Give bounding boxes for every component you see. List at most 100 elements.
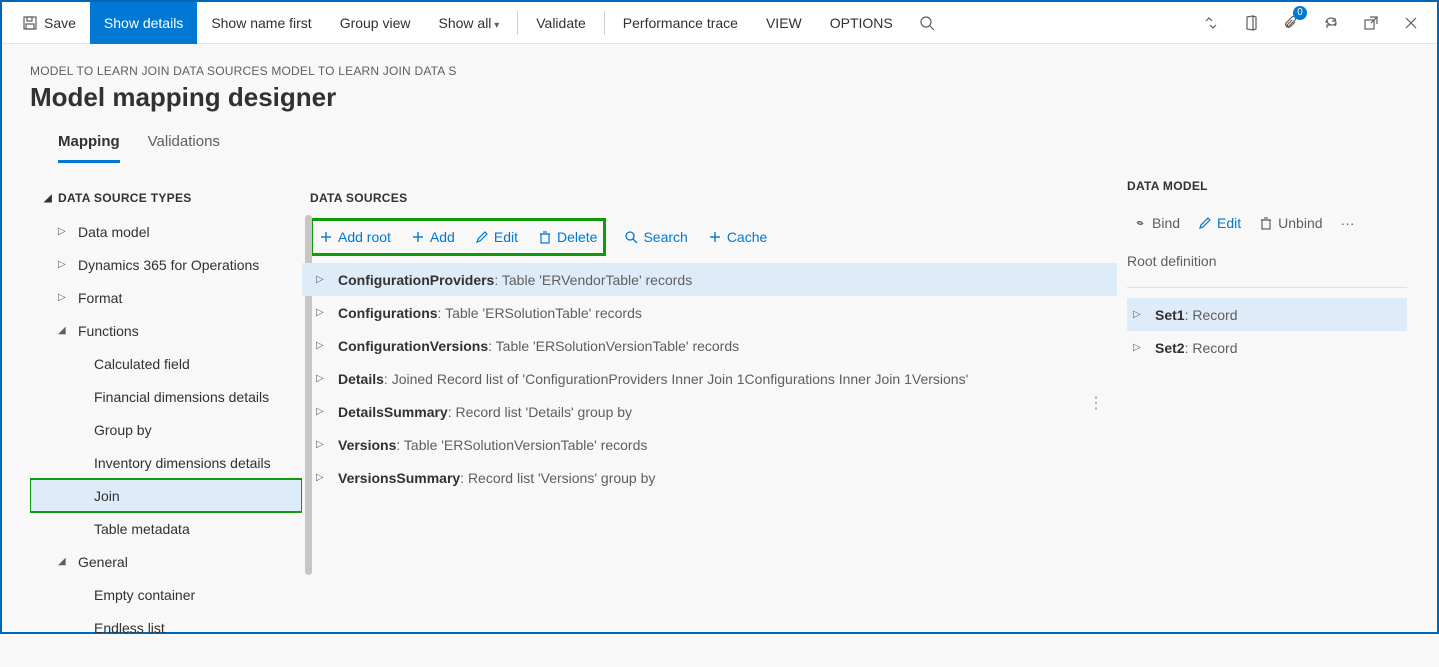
tree-item-join[interactable]: Join (30, 479, 302, 512)
tree-item-financial-dimensions-details[interactable]: Financial dimensions details (30, 380, 302, 413)
action-label: Cache (727, 229, 767, 245)
tree-item-inventory-dimensions-details[interactable]: Inventory dimensions details (30, 446, 302, 479)
panel-head-label: DATA SOURCES (310, 191, 407, 205)
options-label: OPTIONS (830, 15, 893, 31)
data-source-item[interactable]: ▷Configurations: Table 'ERSolutionTable'… (302, 296, 1117, 329)
cache-button[interactable]: Cache (706, 225, 769, 249)
expander-icon: ▷ (58, 226, 68, 237)
tree-item-general[interactable]: ◢ General (30, 545, 302, 578)
tree-item-empty-container[interactable]: Empty container (30, 578, 302, 611)
tree-item-label: Functions (78, 323, 139, 339)
validate-button[interactable]: Validate (522, 2, 600, 44)
root-definition: Root definition (1127, 241, 1407, 288)
office-button[interactable] (1231, 2, 1271, 44)
pencil-icon (1198, 216, 1212, 230)
main-content: ◢ DATA SOURCE TYPES ▷Data model▷Dynamics… (2, 175, 1437, 667)
popout-button[interactable] (1351, 2, 1391, 44)
tree-item-label: Financial dimensions details (94, 389, 269, 405)
search-button[interactable] (907, 2, 947, 44)
tree-item-group-by[interactable]: Group by (30, 413, 302, 446)
unbind-button[interactable]: Unbind (1257, 211, 1324, 235)
expander-icon: ◢ (58, 556, 68, 567)
save-icon (22, 15, 38, 31)
trash-icon (538, 230, 552, 244)
link-icon (1203, 15, 1219, 31)
data-source-item[interactable]: ▷Versions: Table 'ERSolutionVersionTable… (302, 428, 1117, 461)
show-details-label: Show details (104, 15, 183, 31)
show-name-first-button[interactable]: Show name first (197, 2, 325, 44)
action-label: Edit (494, 229, 518, 245)
link-button[interactable] (1191, 2, 1231, 44)
data-source-label: ConfigurationVersions: Table 'ERSolution… (338, 338, 739, 354)
bind-button[interactable]: Bind (1131, 211, 1182, 235)
more-button[interactable]: ··· (1339, 211, 1357, 235)
show-name-first-label: Show name first (211, 15, 311, 31)
expander-icon: ▷ (316, 307, 326, 318)
tree-item-format[interactable]: ▷Format (30, 281, 302, 314)
expander-icon: ◢ (58, 325, 68, 336)
options-menu[interactable]: OPTIONS (816, 2, 907, 44)
view-menu[interactable]: VIEW (752, 2, 816, 44)
separator (517, 11, 518, 35)
data-model-list: ▷Set1: Record▷Set2: Record (1127, 298, 1407, 364)
data-sources-toolbar: Add root Add Edit Delete Search (302, 215, 1117, 259)
tree-item-label: General (78, 554, 128, 570)
page-header: MODEL TO LEARN JOIN DATA SOURCES MODEL T… (2, 44, 1437, 171)
tree-item-functions[interactable]: ◢ Functions (30, 314, 302, 347)
data-sources-heading: DATA SOURCES (302, 185, 1117, 215)
view-label: VIEW (766, 15, 802, 31)
data-source-item[interactable]: ▷ConfigurationProviders: Table 'ERVendor… (302, 263, 1117, 296)
pencil-icon (475, 230, 489, 244)
save-button[interactable]: Save (8, 2, 90, 44)
popout-icon (1363, 15, 1379, 31)
separator (604, 11, 605, 35)
expander-icon: ▷ (316, 274, 326, 285)
tree-item-data-model[interactable]: ▷Data model (30, 215, 302, 248)
delete-button[interactable]: Delete (536, 225, 599, 249)
show-details-button[interactable]: Show details (90, 2, 197, 44)
data-source-item[interactable]: ▷DetailsSummary: Record list 'Details' g… (302, 395, 1117, 428)
tab-mapping[interactable]: Mapping (58, 127, 120, 163)
tree-item-endless-list[interactable]: Endless list (30, 611, 302, 635)
more-menu[interactable]: ⋮ (1088, 393, 1103, 413)
search-button[interactable]: Search (622, 225, 689, 249)
group-view-button[interactable]: Group view (326, 2, 425, 44)
data-model-item[interactable]: ▷Set1: Record (1127, 298, 1407, 331)
expander-icon: ▷ (316, 439, 326, 450)
edit-button[interactable]: Edit (1196, 211, 1243, 235)
data-source-item[interactable]: ▷ConfigurationVersions: Table 'ERSolutio… (302, 329, 1117, 362)
add-root-button[interactable]: Add root (317, 225, 393, 249)
show-all-button[interactable]: Show all (425, 2, 514, 44)
data-model-item[interactable]: ▷Set2: Record (1127, 331, 1407, 364)
tab-validations[interactable]: Validations (148, 127, 220, 163)
search-icon (624, 230, 638, 244)
data-model-toolbar: Bind Edit Unbind ··· (1127, 203, 1407, 241)
tree-item-calculated-field[interactable]: Calculated field (30, 347, 302, 380)
close-button[interactable] (1391, 2, 1431, 44)
refresh-button[interactable] (1311, 2, 1351, 44)
refresh-icon (1323, 15, 1339, 31)
tree-item-label: Group by (94, 422, 152, 438)
highlighted-actions: Add root Add Edit Delete (310, 218, 606, 256)
attachments-badge: 0 (1293, 6, 1307, 20)
close-icon (1403, 15, 1419, 31)
data-source-item[interactable]: ▷Details: Joined Record list of 'Configu… (302, 362, 1117, 395)
add-button[interactable]: Add (409, 225, 457, 249)
tree-item-label: Empty container (94, 587, 195, 603)
data-source-types-heading[interactable]: ◢ DATA SOURCE TYPES (30, 185, 302, 215)
edit-button[interactable]: Edit (473, 225, 520, 249)
tabs: Mapping Validations (30, 127, 1409, 163)
data-source-item[interactable]: ▷VersionsSummary: Record list 'Versions'… (302, 461, 1117, 494)
performance-trace-button[interactable]: Performance trace (609, 2, 752, 44)
data-source-label: DetailsSummary: Record list 'Details' gr… (338, 404, 632, 420)
link-icon (1133, 216, 1147, 230)
tree-item-label: Calculated field (94, 356, 190, 372)
tree-item-table-metadata[interactable]: Table metadata (30, 512, 302, 545)
attachments-button[interactable]: 0 (1271, 2, 1311, 44)
data-source-types-tree: ▷Data model▷Dynamics 365 for Operations▷… (30, 215, 302, 635)
tree-item-dynamics-365-for-operations[interactable]: ▷Dynamics 365 for Operations (30, 248, 302, 281)
data-source-types-panel: ◢ DATA SOURCE TYPES ▷Data model▷Dynamics… (2, 175, 302, 667)
plus-icon (708, 230, 722, 244)
office-icon (1243, 15, 1259, 31)
plus-icon (319, 230, 333, 244)
